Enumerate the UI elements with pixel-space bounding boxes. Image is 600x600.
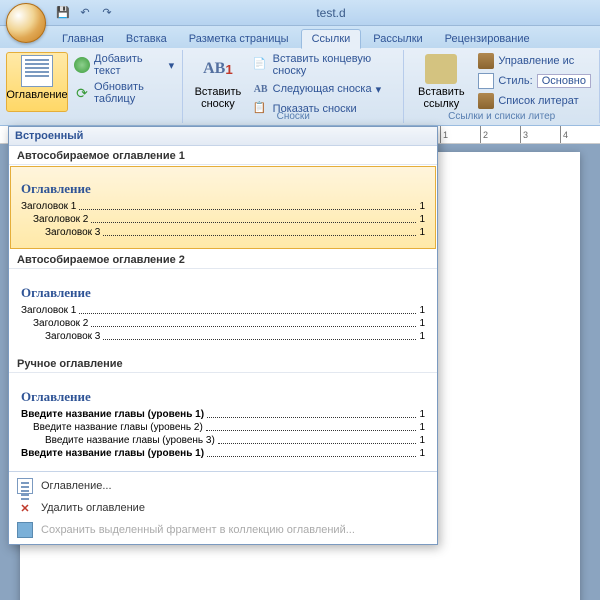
group-label-footnotes: Сноски	[183, 111, 403, 122]
footnote-icon: AB1	[202, 54, 234, 84]
style-dropdown[interactable]: Стиль: Основно	[476, 72, 593, 90]
tab-references[interactable]: Ссылки	[301, 29, 362, 49]
tab-layout[interactable]: Разметка страницы	[179, 30, 299, 48]
save-gallery-icon	[17, 522, 33, 538]
insert-endnote-button[interactable]: 📄Вставить концевую сноску	[251, 52, 398, 78]
undo-icon[interactable]: ↶	[76, 4, 94, 22]
tab-insert[interactable]: Вставка	[116, 30, 177, 48]
gallery-section-auto2: Автособираемое оглавление 2	[9, 250, 437, 269]
tab-mailings[interactable]: Рассылки	[363, 30, 432, 48]
insert-footnote-button[interactable]: AB1 Вставить сноску	[189, 52, 246, 112]
tab-review[interactable]: Рецензирование	[435, 30, 540, 48]
toc-icon	[21, 55, 53, 87]
window-title: test.d	[116, 6, 546, 20]
menu-insert-toc[interactable]: Оглавление...	[9, 475, 437, 497]
add-text-button[interactable]: Добавить текст ▾	[72, 52, 176, 78]
group-label-citations: Ссылки и списки литер	[404, 111, 599, 122]
citation-icon	[425, 54, 457, 84]
biblio-icon	[478, 93, 494, 109]
remove-icon: ✕	[17, 500, 33, 516]
next-footnote-icon: AB	[253, 81, 269, 97]
group-toc: Оглавление Добавить текст ▾ ⟳Обновить та…	[0, 50, 183, 123]
manage-sources-button[interactable]: Управление ис	[476, 52, 593, 70]
update-table-button[interactable]: ⟳Обновить таблицу	[72, 80, 176, 106]
bibliography-button[interactable]: Список литерат	[476, 92, 593, 110]
plus-icon	[74, 57, 90, 73]
ribbon-tabs: Главная Вставка Разметка страницы Ссылки…	[0, 26, 600, 48]
menu-remove-toc[interactable]: ✕Удалить оглавление	[9, 497, 437, 519]
gallery-item-auto2[interactable]: Оглавление Заголовок 11 Заголовок 21 Заг…	[10, 270, 436, 353]
gallery-section-manual: Ручное оглавление	[9, 354, 437, 373]
toc-menu-icon	[17, 478, 33, 494]
next-footnote-button[interactable]: ABСледующая сноска ▾	[251, 80, 398, 98]
group-citations: Вставить ссылку Управление ис Стиль: Осн…	[404, 50, 600, 123]
ribbon: Оглавление Добавить текст ▾ ⟳Обновить та…	[0, 48, 600, 126]
tab-home[interactable]: Главная	[52, 30, 114, 48]
toc-gallery-dropdown: Встроенный Автособираемое оглавление 1 О…	[8, 126, 438, 545]
office-button[interactable]	[6, 3, 46, 43]
quick-access-toolbar: 💾 ↶ ↷	[54, 4, 116, 22]
title-bar: 💾 ↶ ↷ test.d	[0, 0, 600, 26]
endnote-icon: 📄	[253, 57, 269, 73]
save-icon[interactable]: 💾	[54, 4, 72, 22]
gallery-header-builtin: Встроенный	[9, 127, 437, 146]
insert-citation-button[interactable]: Вставить ссылку	[410, 52, 472, 112]
book-icon	[478, 53, 494, 69]
gallery-item-manual[interactable]: Оглавление Введите название главы (урове…	[10, 374, 436, 470]
toc-button[interactable]: Оглавление	[6, 52, 68, 112]
gallery-item-auto1[interactable]: Оглавление Заголовок 11 Заголовок 21 Заг…	[10, 166, 436, 249]
style-icon	[478, 73, 494, 89]
group-footnotes: AB1 Вставить сноску 📄Вставить концевую с…	[183, 50, 404, 123]
refresh-icon: ⟳	[74, 85, 90, 101]
gallery-menu: Оглавление... ✕Удалить оглавление Сохран…	[9, 471, 437, 544]
redo-icon[interactable]: ↷	[98, 4, 116, 22]
menu-save-selection: Сохранить выделенный фрагмент в коллекци…	[9, 519, 437, 541]
gallery-section-auto1: Автособираемое оглавление 1	[9, 146, 437, 165]
